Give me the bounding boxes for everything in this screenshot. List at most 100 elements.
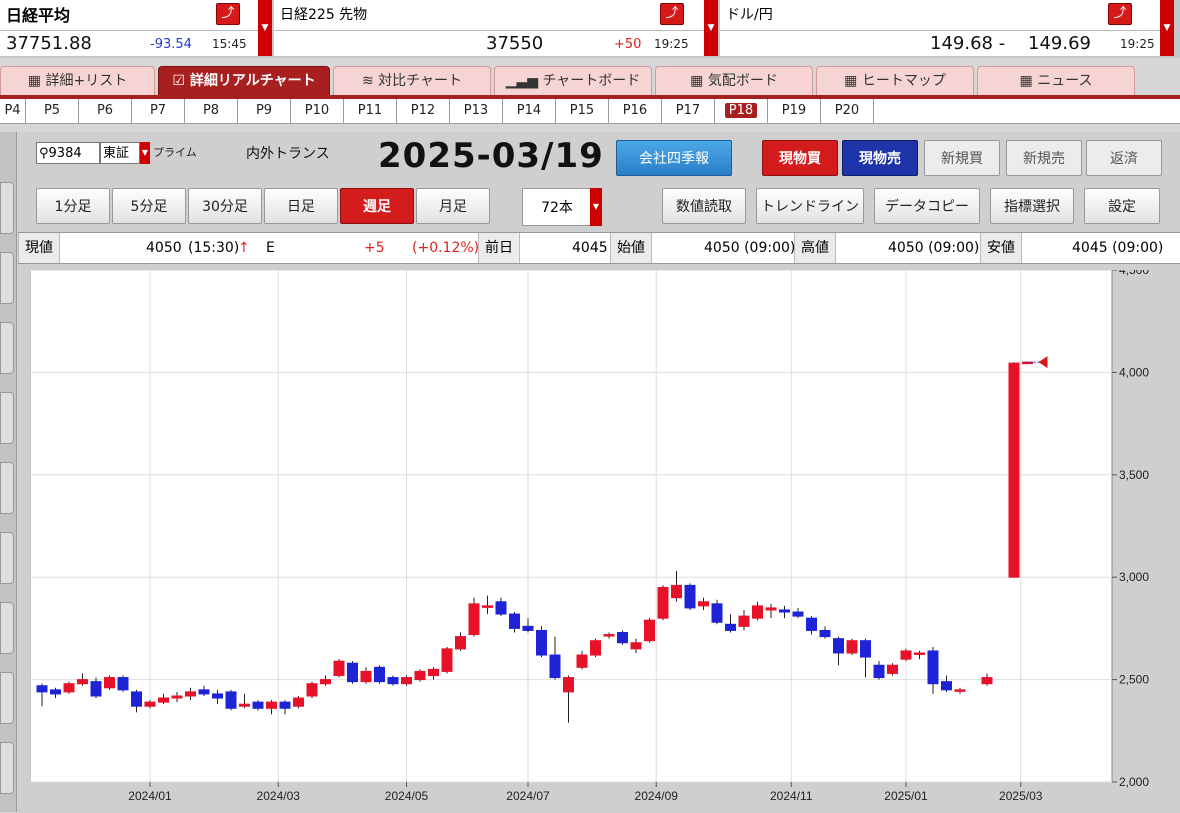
- candle-body: [819, 629, 831, 638]
- side-handle[interactable]: [0, 252, 14, 304]
- tab-detail-list[interactable]: ▦ 詳細+リスト: [0, 66, 155, 95]
- copy-data-button[interactable]: データコピー: [874, 188, 980, 224]
- timeframe-daily-button[interactable]: 日足: [264, 188, 338, 224]
- x-tick-label: 2025/01: [884, 789, 928, 803]
- settings-button[interactable]: 設定: [1084, 188, 1160, 224]
- candle-body: [941, 681, 952, 691]
- chart-icon[interactable]: ⤴: [1108, 3, 1132, 25]
- page-item-p10[interactable]: P10: [291, 99, 344, 123]
- candle-body: [1008, 362, 1020, 578]
- dropdown-arrow-icon[interactable]: ▼: [1160, 0, 1174, 56]
- page-item-p17[interactable]: P17: [662, 99, 715, 123]
- timeframe-5min-button[interactable]: 5分足: [112, 188, 186, 224]
- dropdown-arrow-icon[interactable]: ▼: [258, 0, 272, 56]
- page-item-p20[interactable]: P20: [821, 99, 874, 123]
- page-item-p8[interactable]: P8: [185, 99, 238, 123]
- candle-body: [846, 640, 858, 654]
- candle-body: [752, 605, 763, 619]
- side-handle[interactable]: [0, 392, 14, 444]
- margin-sell-button[interactable]: 新規売: [1006, 140, 1082, 176]
- page-item-p14[interactable]: P14: [503, 99, 556, 123]
- candle-body: [252, 701, 264, 709]
- candle-body: [860, 640, 871, 658]
- page-label: P4: [4, 103, 21, 118]
- chart-icon[interactable]: ⤴: [660, 3, 684, 25]
- candle-body: [981, 677, 993, 685]
- page-item-p7[interactable]: P7: [132, 99, 185, 123]
- timeframe-30min-button[interactable]: 30分足: [188, 188, 262, 224]
- tab-news[interactable]: ▦ ニュース: [977, 66, 1135, 95]
- side-handle[interactable]: [0, 532, 14, 584]
- candle-body: [833, 638, 844, 654]
- timeframe-1min-button[interactable]: 1分足: [36, 188, 110, 224]
- candle-body: [900, 650, 912, 660]
- quote-strip: 現値 4050 (15:30) ↑ E +5 (+0.12%) 前日 4045 …: [18, 232, 1180, 264]
- page-item-p19[interactable]: P19: [768, 99, 821, 123]
- side-handle[interactable]: [0, 672, 14, 724]
- page-label: P10: [304, 103, 330, 118]
- cash-buy-button[interactable]: 現物買: [762, 140, 838, 176]
- market-select[interactable]: 東証: [100, 142, 140, 164]
- cash-sell-button[interactable]: 現物売: [842, 140, 918, 176]
- x-tick-label: 2024/01: [128, 789, 172, 803]
- candle-body: [495, 601, 507, 615]
- y-tick-label: 3,000: [1119, 570, 1149, 584]
- tab-detail-real-chart[interactable]: ☑ 詳細リアルチャート: [158, 66, 330, 95]
- candle-body: [954, 689, 966, 692]
- up-arrow-icon: ↑: [238, 240, 250, 256]
- grid-icon: ▦: [1019, 73, 1038, 89]
- indicator-select-button[interactable]: 指標選択: [990, 188, 1074, 224]
- y-tick-label: 2,500: [1119, 673, 1149, 687]
- ticker-nikkei-futures[interactable]: 日経225 先物 ⤴ 37550 +50 19:25: [274, 0, 705, 56]
- y-tick-label: 4,500: [1119, 270, 1149, 277]
- page-item-p16[interactable]: P16: [609, 99, 662, 123]
- dropdown-arrow-icon[interactable]: ▼: [704, 0, 718, 56]
- candle-body: [684, 584, 696, 609]
- page-item-p11[interactable]: P11: [344, 99, 397, 123]
- side-handle[interactable]: [0, 602, 14, 654]
- page-item-p18[interactable]: P18: [715, 99, 768, 123]
- timeframe-weekly-button[interactable]: 週足: [340, 188, 414, 224]
- tab-heatmap[interactable]: ▦ ヒートマップ: [816, 66, 974, 95]
- tab-quote-board[interactable]: ▦ 気配ボード: [655, 66, 813, 95]
- page-item[interactable]: P4: [0, 99, 26, 123]
- candle-body: [347, 662, 358, 683]
- margin-buy-button[interactable]: 新規買: [924, 140, 1000, 176]
- repay-button[interactable]: 返済: [1086, 140, 1162, 176]
- tab-chart-board[interactable]: ▁▃▅ チャートボード: [494, 66, 652, 95]
- page-item-p5[interactable]: P5: [26, 99, 79, 123]
- chevron-down-icon[interactable]: ▼: [590, 188, 602, 226]
- page-item-p12[interactable]: P12: [397, 99, 450, 123]
- tab-compare-chart[interactable]: ≋ 対比チャート: [333, 66, 491, 95]
- candle-body: [117, 677, 129, 691]
- ticker-value: 37751.88: [6, 33, 92, 54]
- page-item-p6[interactable]: P6: [79, 99, 132, 123]
- timeframe-monthly-button[interactable]: 月足: [416, 188, 490, 224]
- side-handle[interactable]: [0, 322, 14, 374]
- trendline-button[interactable]: トレンドライン: [756, 188, 864, 224]
- read-values-button[interactable]: 数値読取: [662, 188, 746, 224]
- current-price-label: 現値: [18, 233, 60, 263]
- ticker-nikkei[interactable]: 日経平均 ⤴ 37751.88 -93.54 15:45: [0, 0, 259, 56]
- stock-code-input[interactable]: ⚲9384: [36, 142, 100, 164]
- bar-count-select[interactable]: 72本: [522, 188, 592, 226]
- candle-body: [239, 703, 250, 707]
- candle-body: [927, 650, 939, 685]
- ticker-bid: 149.68 -: [930, 33, 1006, 54]
- ticker-name: 日経225 先物: [280, 7, 368, 23]
- side-handle[interactable]: [0, 182, 14, 234]
- page-item-p13[interactable]: P13: [450, 99, 503, 123]
- candle-body: [725, 623, 736, 631]
- page-label: P8: [202, 103, 220, 118]
- side-handle[interactable]: [0, 742, 14, 794]
- side-handle[interactable]: [0, 462, 14, 514]
- current-time: (15:30): [188, 240, 240, 256]
- page-item-p9[interactable]: P9: [238, 99, 291, 123]
- page-item-p15[interactable]: P15: [556, 99, 609, 123]
- chart-icon[interactable]: ⤴: [216, 3, 240, 25]
- chevron-down-icon[interactable]: ▼: [140, 142, 150, 164]
- page-selector: P4 P5 P6 P7 P8 P9 P10 P11 P12 P13 P14 P15 P16 P17 P18 P…: [0, 99, 1180, 124]
- candlestick-chart[interactable]: 2,000 2,500 3,000 3,500 4,000 4,500 2024/01 202…: [30, 270, 1180, 810]
- ticker-usdjpy[interactable]: ドル/円 ⤴ 149.68 - 149.69 19:25: [720, 0, 1161, 56]
- quarterly-report-button[interactable]: 会社四季報: [616, 140, 732, 176]
